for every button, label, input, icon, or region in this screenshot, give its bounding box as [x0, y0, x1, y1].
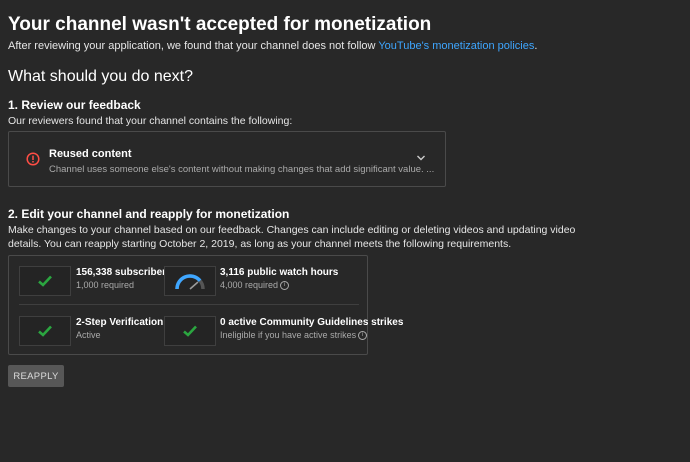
requirement-status-tile	[19, 316, 71, 346]
requirement-subtext-value: 4,000 required	[220, 280, 279, 290]
requirement-subtext: 4,000 required i	[220, 280, 290, 291]
requirements-divider	[19, 304, 359, 305]
alert-circle-icon	[26, 152, 40, 166]
feedback-description: Channel uses someone else's content with…	[49, 164, 435, 175]
checkmark-icon	[38, 275, 52, 287]
requirement-title: 3,116 public watch hours	[220, 267, 339, 278]
info-icon[interactable]: i	[280, 281, 290, 291]
monetization-policies-link[interactable]: YouTube's monetization policies	[378, 40, 534, 52]
progress-gauge-icon	[175, 274, 205, 290]
reapply-button[interactable]: REAPPLY	[8, 365, 64, 387]
requirement-title: 156,338 subscribers	[76, 267, 172, 278]
requirement-subtext: Active	[76, 330, 101, 340]
requirement-status-tile	[19, 266, 71, 296]
review-feedback-description: Our reviewers found that your channel co…	[8, 115, 293, 127]
requirements-panel: 156,338 subscribers 1,000 required 3,116…	[8, 255, 403, 355]
checkmark-icon	[183, 325, 197, 337]
requirement-title: 2-Step Verification	[76, 317, 164, 328]
requirement-subtext: 1,000 required	[76, 280, 135, 290]
intro-text-end: .	[534, 40, 538, 52]
requirement-title: 0 active Community Guidelines strikes	[220, 317, 404, 328]
requirement-subtext: Ineligible if you have active strikes i	[220, 330, 368, 341]
requirement-subtext-value: Ineligible if you have active strikes	[220, 330, 357, 340]
intro-text-body: After reviewing your application, we fou…	[8, 40, 376, 52]
requirement-status-tile	[164, 266, 216, 296]
review-feedback-heading: 1. Review our feedback	[8, 98, 141, 112]
chevron-down-icon[interactable]	[414, 151, 428, 165]
feedback-card[interactable]: Reused content Channel uses someone else…	[8, 131, 446, 187]
requirement-status-tile	[164, 316, 216, 346]
info-icon[interactable]: i	[358, 331, 368, 341]
edit-description-line-1: Make changes to your channel based on ou…	[8, 224, 576, 236]
next-steps-heading: What should you do next?	[8, 68, 194, 85]
edit-description-line-2: details. You can reapply starting Octobe…	[8, 238, 512, 250]
edit-reapply-heading: 2. Edit your channel and reapply for mon…	[8, 207, 290, 221]
page-title: Your channel wasn't accepted for monetiz…	[8, 14, 432, 35]
edit-reapply-description: Make changes to your channel based on ou…	[8, 223, 575, 251]
intro-text: After reviewing your application, we fou…	[8, 40, 537, 52]
feedback-title: Reused content	[49, 148, 132, 160]
checkmark-icon	[38, 325, 52, 337]
